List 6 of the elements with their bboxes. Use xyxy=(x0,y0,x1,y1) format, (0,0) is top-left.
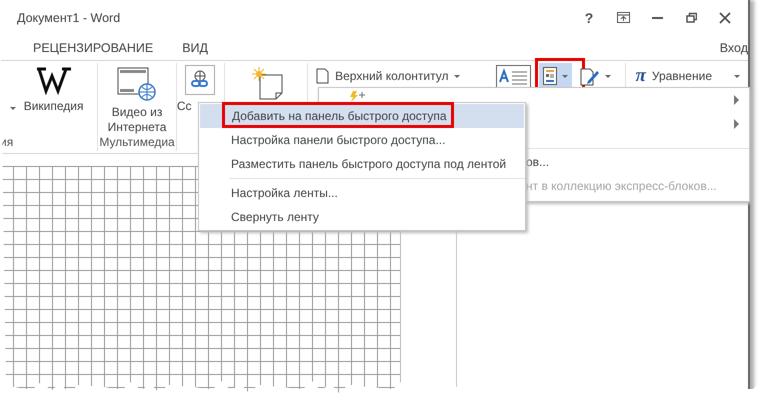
pi-icon: π xyxy=(636,66,646,86)
button-label: Википедия xyxy=(24,99,84,114)
window-title: Документ1 - Word xyxy=(17,10,122,24)
button-label: Сс xyxy=(176,99,192,114)
button-label: Видео из Интернета xyxy=(106,105,168,135)
group-label: Мультимедиа xyxy=(99,135,175,149)
